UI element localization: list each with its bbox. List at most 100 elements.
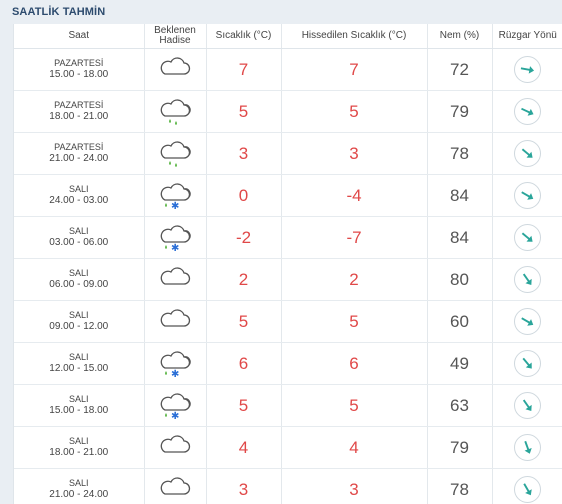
rain-snow-icon: ✱: [145, 391, 206, 421]
humidity-cell: 72: [427, 48, 493, 91]
weather-cell: [144, 426, 207, 469]
time-range: 24.00 - 03.00: [49, 195, 109, 206]
wind-direction-icon: [514, 182, 542, 209]
wind-cell: [492, 132, 562, 175]
table-row: SALI 24.00 - 03.00 ✱ 0 -4 84: [14, 174, 562, 217]
day-label: SALI: [68, 310, 89, 320]
feels-like-cell: 5: [281, 90, 428, 133]
temperature-cell: 5: [206, 90, 282, 133]
wind-direction-icon: [514, 56, 542, 83]
temperature-cell: 4: [206, 426, 282, 469]
temperature-cell: 5: [206, 300, 282, 343]
humidity-value: 79: [450, 101, 469, 121]
humidity-value: 72: [450, 59, 469, 79]
wind-direction-icon: [514, 140, 542, 167]
cloudy-icon: [145, 265, 206, 295]
wind-cell: [492, 216, 562, 259]
weather-cell: ✱: [144, 342, 207, 385]
humidity-value: 84: [450, 227, 469, 247]
time-cell: PAZARTESİ 18.00 - 21.00: [14, 90, 145, 133]
table-row: SALI 12.00 - 15.00 ✱ 6 6 49: [14, 342, 562, 385]
header-nem: Nem (%): [427, 24, 493, 49]
feels-like-value: 5: [349, 395, 359, 415]
wind-direction-icon: [514, 266, 542, 293]
time-cell: SALI 21.00 - 24.00: [14, 468, 145, 504]
weather-cell: [144, 48, 207, 91]
time-range: 15.00 - 18.00: [49, 405, 109, 416]
header-sicaklik: Sıcaklık (°C): [206, 24, 282, 49]
header-hadise: Beklenen Hadise: [144, 24, 207, 49]
humidity-value: 49: [450, 353, 469, 373]
cloudy-icon: [145, 475, 206, 504]
wind-cell: [492, 426, 562, 469]
table-row: SALI 03.00 - 06.00 ✱ -2 -7 84: [14, 216, 562, 259]
weather-cell: [144, 90, 207, 133]
wind-cell: [492, 384, 562, 427]
cloudy-icon: [145, 55, 206, 85]
weather-cell: ✱: [144, 174, 207, 217]
temperature-value: 5: [238, 101, 249, 121]
table-row: PAZARTESİ 18.00 - 21.00 5 5 79: [14, 90, 562, 133]
feels-like-cell: 6: [281, 342, 428, 385]
day-label: PAZARTESİ: [54, 142, 104, 152]
time-cell: PAZARTESİ 21.00 - 24.00: [14, 132, 145, 175]
weather-cell: [144, 258, 207, 301]
table-row: PAZARTESİ 15.00 - 18.00 7 7 72: [14, 48, 562, 91]
weather-cell: [144, 300, 207, 343]
wind-direction-icon: [514, 98, 542, 125]
wind-cell: [492, 342, 562, 385]
temperature-value: 0: [238, 185, 249, 205]
humidity-cell: 84: [427, 216, 493, 259]
header-saat: Saat: [14, 24, 145, 49]
feels-like-value: 2: [349, 269, 359, 289]
svg-text:✱: ✱: [171, 201, 179, 211]
feels-like-value: 3: [349, 479, 359, 499]
day-label: SALI: [68, 478, 89, 488]
time-cell: PAZARTESİ 15.00 - 18.00: [14, 48, 145, 91]
humidity-value: 84: [450, 185, 469, 205]
time-range: 12.00 - 15.00: [49, 363, 109, 374]
temperature-cell: 5: [206, 384, 282, 427]
humidity-cell: 63: [427, 384, 493, 427]
rain-icon: [145, 139, 206, 169]
hourly-forecast-table: Saat Beklenen Hadise Sıcaklık (°C) Hisse…: [13, 24, 562, 504]
table-row: PAZARTESİ 21.00 - 24.00 3 3 78: [14, 132, 562, 175]
temperature-value: 5: [238, 311, 249, 331]
temperature-cell: 6: [206, 342, 282, 385]
temperature-value: 3: [238, 479, 249, 499]
time-range: 03.00 - 06.00: [49, 237, 109, 248]
table-row: SALI 18.00 - 21.00 4 4 79: [14, 426, 562, 469]
cloudy-icon: [145, 433, 206, 463]
temperature-value: -2: [235, 227, 252, 247]
table-row: SALI 06.00 - 09.00 2 2 80: [14, 258, 562, 301]
feels-like-cell: -7: [281, 216, 428, 259]
rain-snow-icon: ✱: [145, 223, 206, 253]
wind-direction-icon: [514, 350, 542, 377]
feels-like-cell: 3: [281, 132, 428, 175]
feels-like-cell: 5: [281, 384, 428, 427]
wind-direction-icon: [514, 392, 542, 419]
temperature-value: 6: [238, 353, 249, 373]
wind-cell: [492, 468, 562, 504]
svg-text:✱: ✱: [171, 243, 179, 253]
time-range: 18.00 - 21.00: [49, 447, 109, 458]
table-row: SALI 21.00 - 24.00 3 3 78: [14, 468, 562, 504]
day-label: SALI: [68, 352, 89, 362]
wind-cell: [492, 174, 562, 217]
wind-direction-icon: [514, 476, 542, 503]
day-label: PAZARTESİ: [54, 58, 104, 68]
time-cell: SALI 18.00 - 21.00: [14, 426, 145, 469]
temperature-cell: -2: [206, 216, 282, 259]
wind-direction-icon: [514, 224, 542, 251]
humidity-value: 80: [450, 269, 469, 289]
cloudy-icon: [145, 307, 206, 337]
table-row: SALI 15.00 - 18.00 ✱ 5 5 63: [14, 384, 562, 427]
wind-cell: [492, 90, 562, 133]
temperature-cell: 3: [206, 132, 282, 175]
humidity-cell: 60: [427, 300, 493, 343]
humidity-value: 78: [450, 143, 469, 163]
rain-snow-icon: ✱: [145, 181, 206, 211]
day-label: SALI: [68, 436, 89, 446]
time-cell: SALI 15.00 - 18.00: [14, 384, 145, 427]
rain-snow-icon: ✱: [145, 349, 206, 379]
